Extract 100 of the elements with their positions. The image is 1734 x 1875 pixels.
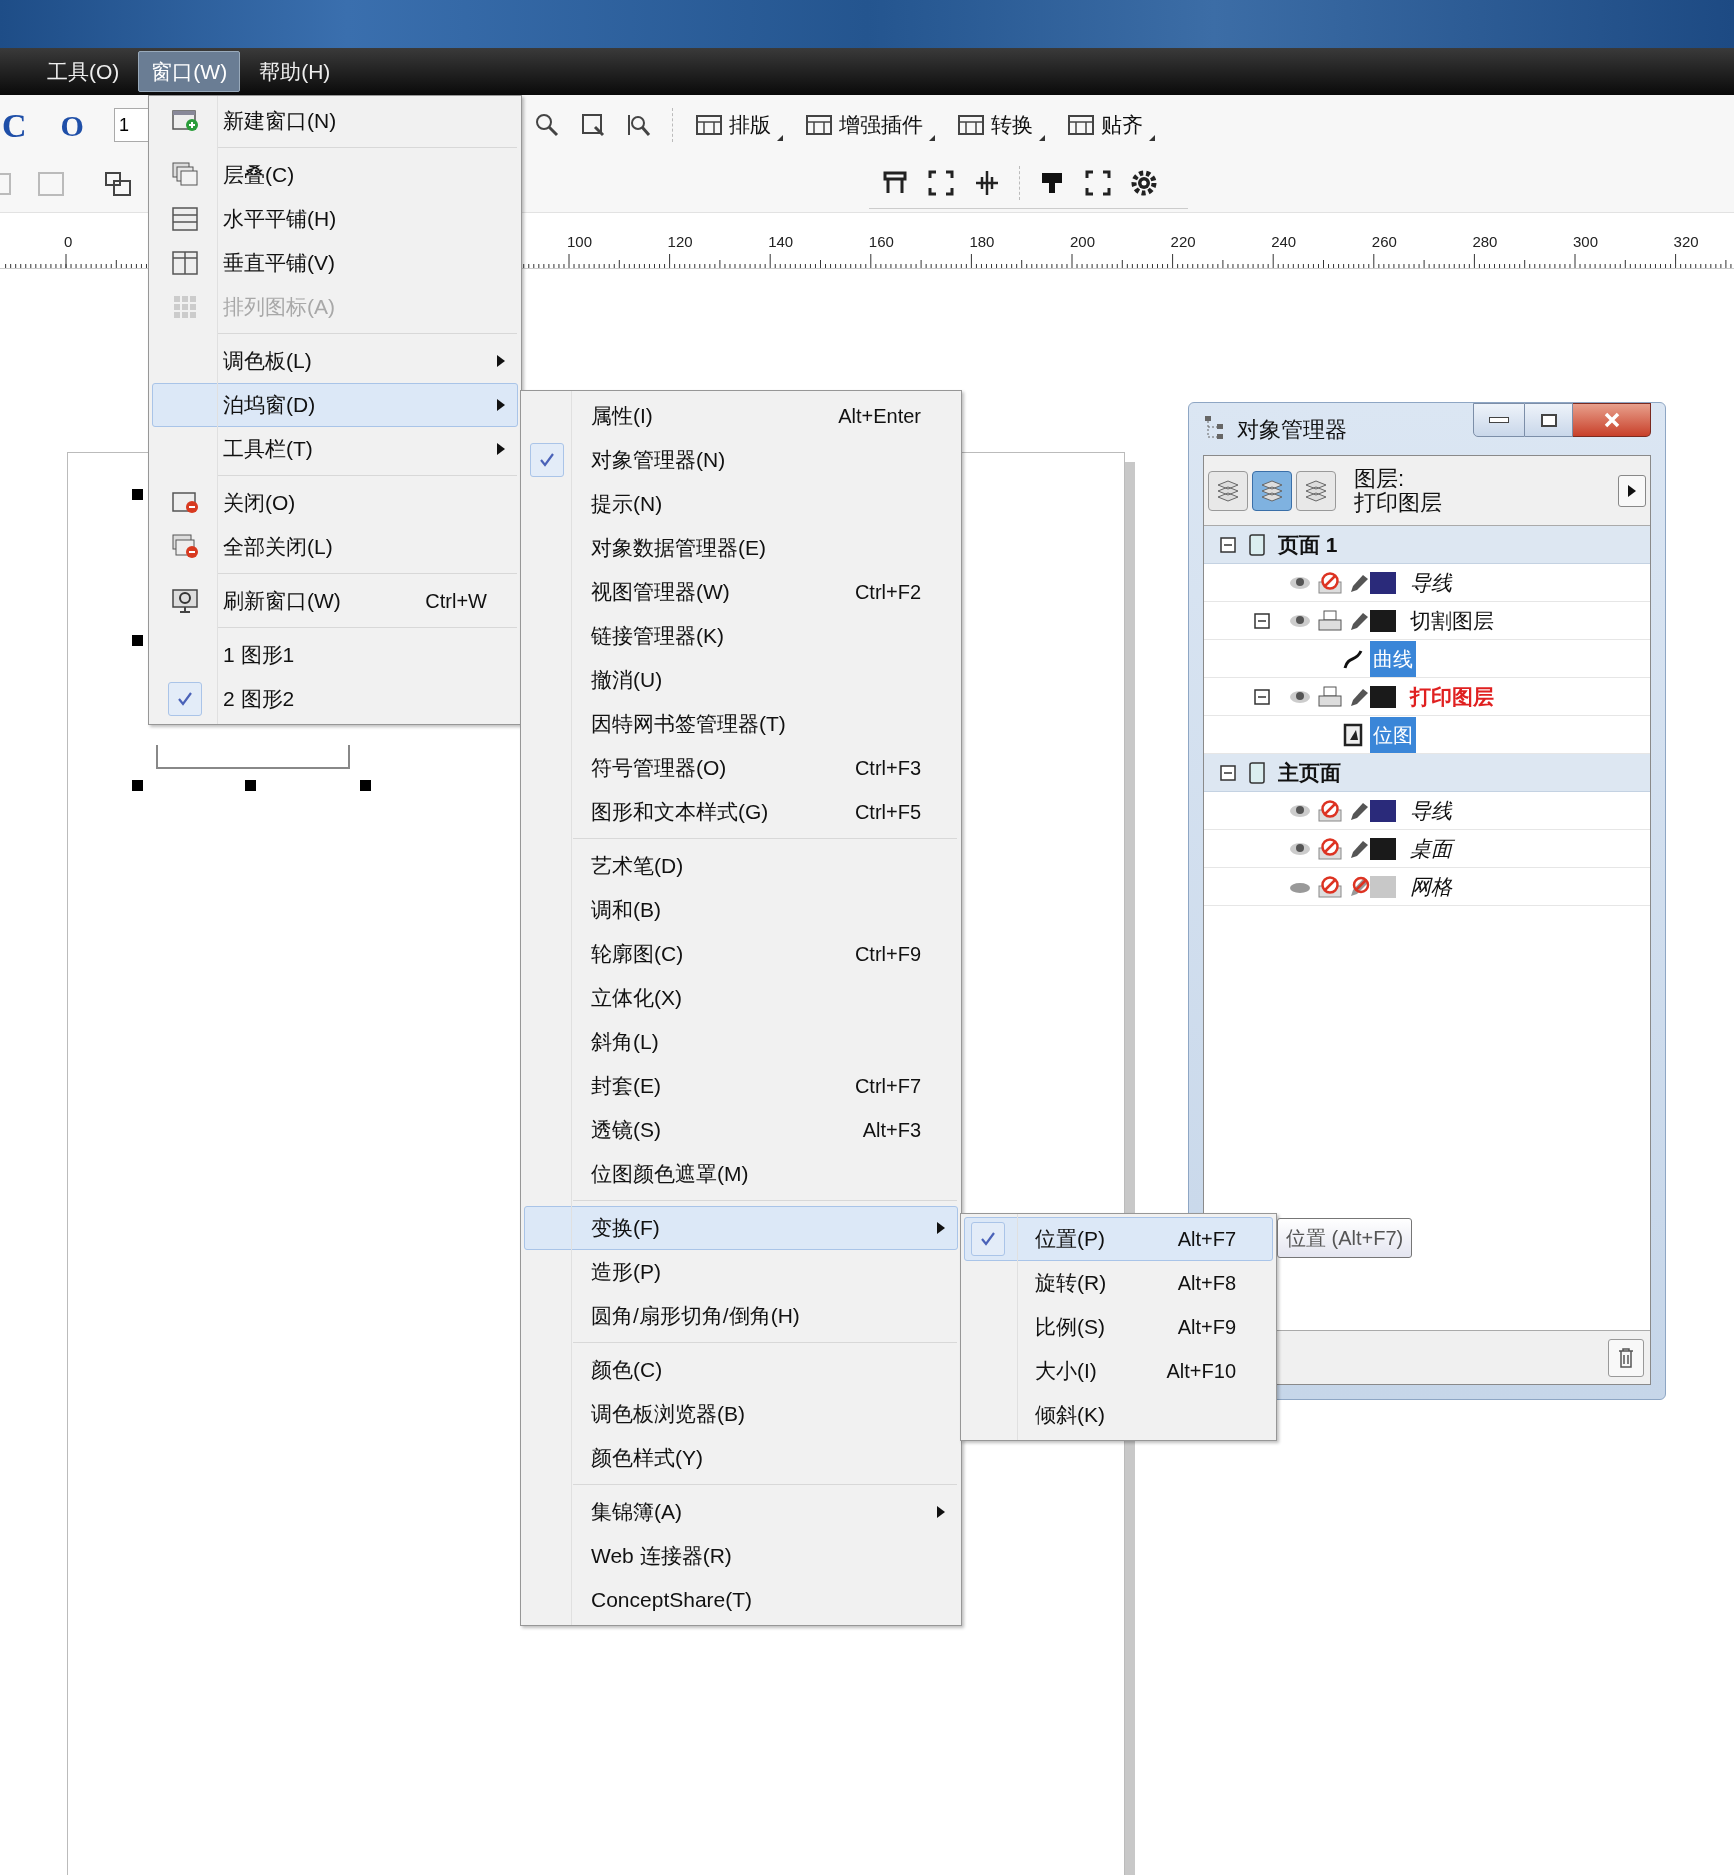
view-mode-button[interactable] (1252, 470, 1292, 511)
printer-icon[interactable] (1318, 609, 1342, 632)
menu-item[interactable]: 视图管理器(W) Ctrl+F2 (524, 570, 958, 614)
menu-item[interactable]: 刷新窗口(W) Ctrl+W (152, 579, 518, 623)
view-mode-button[interactable] (1296, 470, 1336, 511)
menu-item[interactable]: 工具栏(T) (152, 427, 518, 471)
eye-icon[interactable] (1288, 802, 1312, 819)
flyout-button[interactable] (1618, 474, 1646, 507)
page-name[interactable]: 主页面 (1278, 756, 1341, 789)
menu-item[interactable]: 颜色样式(Y) (524, 1436, 958, 1480)
eye-icon[interactable] (1288, 840, 1312, 857)
menu-item[interactable]: 泊坞窗(D) (152, 383, 518, 427)
menu-item[interactable]: 符号管理器(O) Ctrl+F3 (524, 746, 958, 790)
menu-item[interactable]: 封套(E) Ctrl+F7 (524, 1064, 958, 1108)
maximize-button[interactable] (1525, 403, 1573, 437)
menu-bar-item[interactable]: 帮助(H) (246, 50, 344, 93)
menu-item[interactable]: 提示(N) (524, 482, 958, 526)
menu-item[interactable]: 透镜(S) Alt+F3 (524, 1108, 958, 1152)
layer-color-swatch[interactable] (1370, 875, 1396, 898)
menu-item[interactable]: 倾斜(K) (964, 1393, 1273, 1437)
layer-name[interactable]: 切割图层 (1410, 604, 1494, 637)
menu-item[interactable]: 集锦簿(A) (524, 1490, 958, 1534)
layer-color-swatch[interactable] (1370, 799, 1396, 822)
menu-item[interactable]: 轮廓图(C) Ctrl+F9 (524, 932, 958, 976)
toolbar-icon[interactable] (104, 169, 134, 198)
menu-item[interactable]: 2 图形2 (152, 677, 518, 721)
layer-color-swatch[interactable] (1370, 685, 1396, 708)
layer-row[interactable]: 打印图层 (1204, 678, 1650, 716)
minimize-button[interactable] (1473, 403, 1525, 437)
page-name[interactable]: 页面 1 (1278, 528, 1338, 561)
menu-item[interactable]: 旋转(R) Alt+F8 (964, 1261, 1273, 1305)
no-print-icon[interactable] (1318, 571, 1342, 594)
menu-item[interactable]: 撤消(U) (524, 658, 958, 702)
no-edit-icon[interactable] (1348, 875, 1370, 898)
gear-icon[interactable] (1130, 169, 1158, 197)
collapse-icon[interactable] (1254, 688, 1270, 705)
selection-handle[interactable] (245, 780, 256, 791)
selection-handle[interactable] (360, 780, 371, 791)
menu-item[interactable]: 水平平铺(H) (152, 197, 518, 241)
close-button[interactable] (1573, 403, 1651, 437)
menu-item[interactable]: 对象管理器(N) (524, 438, 958, 482)
menu-item[interactable]: 链接管理器(K) (524, 614, 958, 658)
layer-name[interactable]: 导线 (1410, 794, 1452, 827)
eye-icon[interactable] (1288, 612, 1312, 629)
layer-color-swatch[interactable] (1370, 837, 1396, 860)
menu-item[interactable]: 全部关闭(L) (152, 525, 518, 569)
menu-bar-item[interactable]: 工具(O) (34, 50, 133, 93)
page-row[interactable]: 主页面 (1204, 754, 1650, 792)
layer-name[interactable]: 网格 (1410, 870, 1452, 903)
layer-row[interactable]: 网格 (1204, 868, 1650, 906)
layer-row[interactable]: 桌面 (1204, 830, 1650, 868)
layer-color-swatch[interactable] (1370, 609, 1396, 632)
selection-handle[interactable] (132, 635, 143, 646)
menu-item[interactable]: 层叠(C) (152, 153, 518, 197)
menu-item[interactable]: 对象数据管理器(E) (524, 526, 958, 570)
menu-item[interactable]: 比例(S) Alt+F9 (964, 1305, 1273, 1349)
menu-item[interactable]: 调色板(L) (152, 339, 518, 383)
toolbar-icon[interactable] (927, 169, 955, 197)
menu-item[interactable]: 造形(P) (524, 1250, 958, 1294)
menu-bar-item[interactable]: 窗口(W) (138, 50, 241, 93)
printer-icon[interactable] (1318, 685, 1342, 708)
menu-item[interactable]: 变换(F) (524, 1206, 958, 1250)
no-print-icon[interactable] (1318, 837, 1342, 860)
collapse-icon[interactable] (1254, 612, 1270, 629)
no-print-icon[interactable] (1318, 799, 1342, 822)
menu-item[interactable]: ConceptShare(T) (524, 1578, 958, 1622)
layer-row[interactable]: 导线 (1204, 792, 1650, 830)
delete-button[interactable] (1608, 1338, 1644, 1377)
menu-item[interactable]: 斜角(L) (524, 1020, 958, 1064)
layer-color-swatch[interactable] (1370, 571, 1396, 594)
menu-item[interactable]: 位置(P) Alt+F7 (964, 1217, 1273, 1261)
zoom-page-icon[interactable] (579, 112, 606, 138)
collapse-icon[interactable] (1220, 536, 1236, 553)
eye-icon[interactable] (1288, 688, 1312, 705)
zoom-icon[interactable] (533, 112, 560, 138)
toolbar-icon[interactable] (973, 169, 1001, 197)
toolbar-button[interactable]: 转换 (950, 105, 1045, 145)
layer-row[interactable]: 切割图层 (1204, 602, 1650, 640)
menu-item[interactable]: 垂直平铺(V) (152, 241, 518, 285)
menu-item[interactable]: Web 连接器(R) (524, 1534, 958, 1578)
eye-icon[interactable] (1288, 574, 1312, 591)
menu-item[interactable]: 新建窗口(N) (152, 99, 518, 143)
view-mode-button[interactable] (1208, 470, 1248, 511)
collapse-icon[interactable] (1220, 764, 1236, 781)
menu-item[interactable]: 艺术笔(D) (524, 844, 958, 888)
menu-item[interactable]: 立体化(X) (524, 976, 958, 1020)
menu-item[interactable]: 因特网书签管理器(T) (524, 702, 958, 746)
menu-item[interactable]: 1 图形1 (152, 633, 518, 677)
toolbar-button[interactable]: 排版 (688, 105, 783, 145)
toolbar-icon[interactable] (1084, 169, 1112, 197)
page-row[interactable]: 页面 1 (1204, 526, 1650, 564)
toolbar-glyph[interactable]: C (2, 99, 27, 151)
menu-item[interactable]: 调色板浏览器(B) (524, 1392, 958, 1436)
menu-item[interactable]: 颜色(C) (524, 1348, 958, 1392)
layer-name[interactable]: 打印图层 (1410, 680, 1494, 713)
menu-item[interactable]: 大小(I) Alt+F10 (964, 1349, 1273, 1393)
menu-item[interactable]: 位图颜色遮罩(M) (524, 1152, 958, 1196)
menu-item[interactable]: 圆角/扇形切角/倒角(H) (524, 1294, 958, 1338)
menu-item[interactable]: 关闭(O) (152, 481, 518, 525)
layer-row[interactable]: 导线 (1204, 564, 1650, 602)
